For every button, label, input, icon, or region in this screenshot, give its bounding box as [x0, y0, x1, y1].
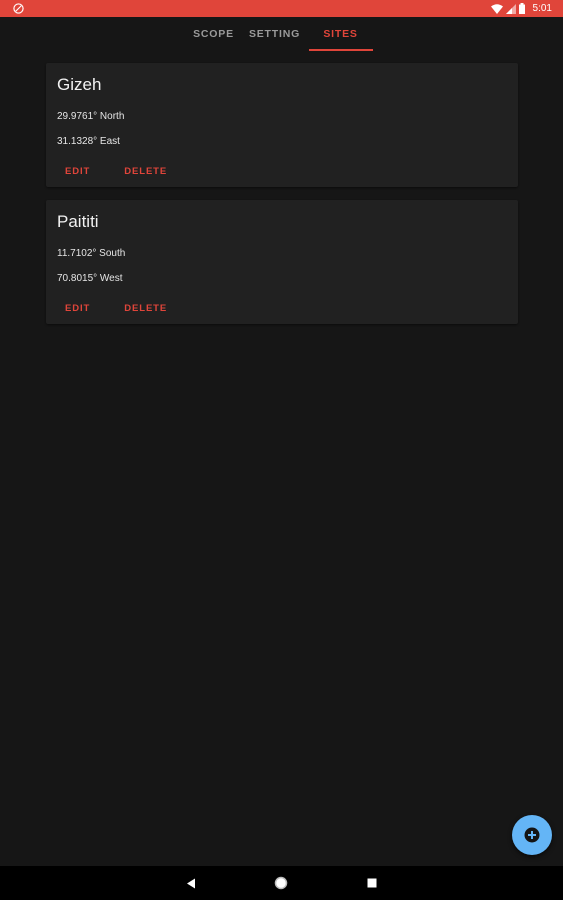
site-latitude: 11.7102° South [57, 248, 126, 259]
add-circle-icon [524, 827, 540, 843]
signal-icon [505, 3, 516, 14]
delete-button[interactable]: DELETE [116, 162, 175, 181]
home-circle-icon [274, 876, 288, 890]
tab-sites[interactable]: SITES [308, 17, 373, 51]
battery-icon [518, 3, 525, 14]
tab-scope[interactable]: SCOPE [191, 17, 237, 51]
tab-setting[interactable]: SETTING [247, 17, 303, 51]
card-actions: EDIT DELETE [57, 161, 175, 181]
home-button[interactable] [272, 874, 290, 892]
edit-button[interactable]: EDIT [57, 299, 98, 318]
site-name: Paititi [57, 212, 99, 231]
recents-square-icon [367, 878, 377, 888]
status-time: 5:01 [532, 3, 552, 14]
site-latitude: 29.9761° North [57, 111, 125, 122]
recents-button[interactable] [363, 874, 381, 892]
back-triangle-icon [187, 878, 195, 888]
delete-button[interactable]: DELETE [116, 299, 175, 318]
add-site-button[interactable] [512, 815, 552, 855]
site-card: Gizeh 29.9761° North 31.1328° East EDIT … [46, 63, 518, 187]
app-notification-icon [13, 3, 24, 14]
card-actions: EDIT DELETE [57, 298, 175, 318]
site-card: Paititi 11.7102° South 70.8015° West EDI… [46, 200, 518, 324]
back-button[interactable] [182, 874, 200, 892]
navigation-bar [0, 866, 563, 900]
site-longitude: 31.1328° East [57, 136, 120, 147]
edit-button[interactable]: EDIT [57, 162, 98, 181]
status-bar: 5:01 [0, 0, 563, 17]
site-list: Gizeh 29.9761° North 31.1328° East EDIT … [46, 63, 518, 337]
site-name: Gizeh [57, 75, 102, 94]
site-longitude: 70.8015° West [57, 273, 123, 284]
status-icons: 5:01 [490, 0, 552, 17]
tab-bar: SCOPE SETTING SITES [0, 17, 563, 51]
wifi-icon [490, 3, 503, 14]
